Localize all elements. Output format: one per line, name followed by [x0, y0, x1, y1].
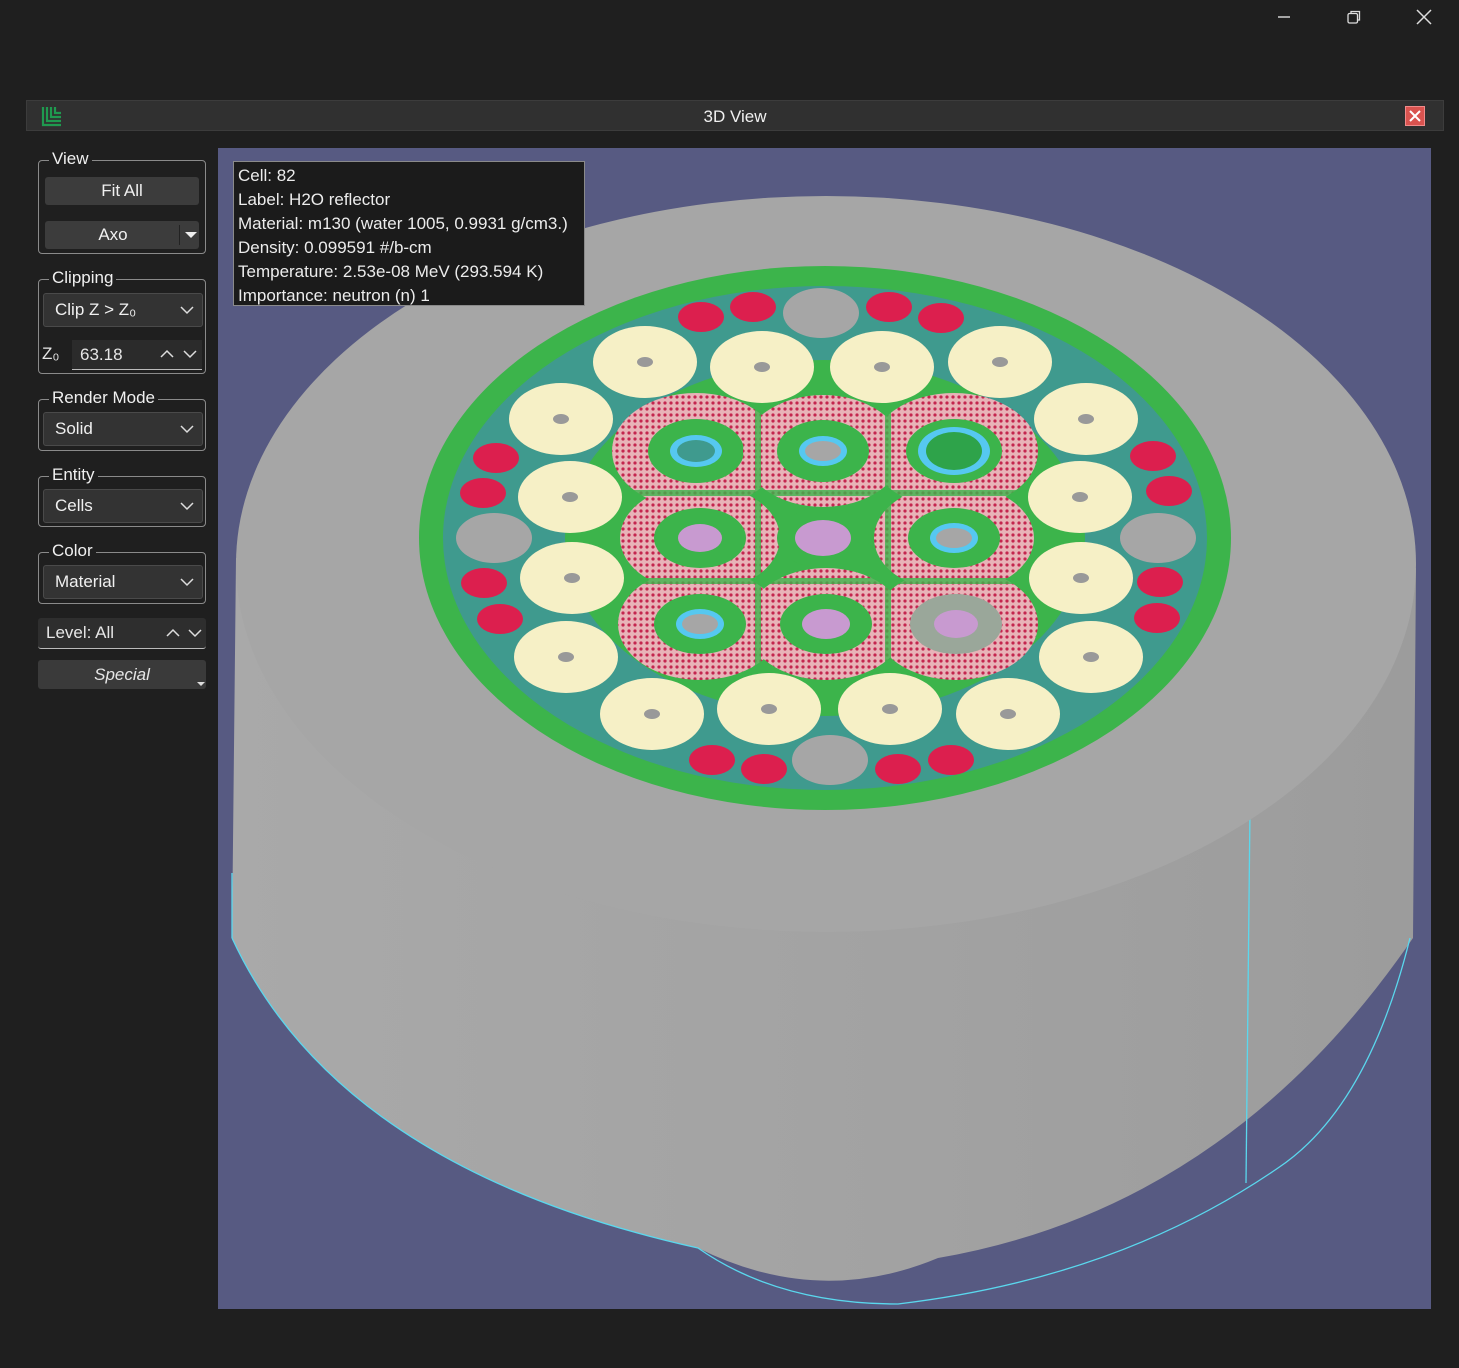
render-mode-value: Solid: [55, 419, 93, 438]
panel-title: 3D View: [703, 107, 767, 126]
color-select[interactable]: Material: [43, 565, 203, 599]
fuel-assembly-center[interactable]: [777, 508, 869, 568]
info-cell: Cell: 82: [238, 166, 296, 185]
close-icon: [1416, 9, 1432, 25]
projection-label: Axo: [98, 225, 128, 244]
restore-button[interactable]: [1319, 0, 1389, 34]
fit-all-button[interactable]: Fit All: [45, 177, 199, 205]
chevron-down-icon: [180, 502, 194, 511]
split-divider: [179, 225, 180, 245]
z0-value: 63.18: [80, 345, 123, 364]
special-label: Special: [94, 664, 150, 684]
minimize-button[interactable]: [1249, 0, 1319, 34]
render-mode-select[interactable]: Solid: [43, 412, 203, 446]
info-material: Material: m130 (water 1005, 0.9931 g/cm3…: [238, 214, 568, 233]
clipping-mode-select[interactable]: Clip Z > Z₀: [43, 293, 203, 327]
entity-label: Entity: [49, 465, 98, 485]
level-spinbox[interactable]: Level: All: [38, 618, 206, 649]
z0-spinbox[interactable]: 63.18: [72, 340, 202, 370]
3d-viewport[interactable]: Cell: 82 Label: H2O reflector Material: …: [218, 148, 1431, 1309]
entity-group: Entity Cells: [38, 465, 206, 527]
restore-icon: [1347, 10, 1361, 24]
clipping-group-label: Clipping: [49, 268, 117, 288]
minimize-icon: [1278, 16, 1290, 18]
chevron-down-icon: [180, 578, 194, 587]
clipping-group: Clipping Clip Z > Z₀ Z₀ 63.18: [38, 268, 206, 374]
color-value: Material: [55, 572, 116, 591]
fuel-assembly-se[interactable]: [874, 568, 1038, 680]
color-label: Color: [49, 541, 96, 561]
close-icon: [1409, 110, 1421, 122]
projection-split-button[interactable]: Axo: [45, 221, 199, 249]
info-label: Label: H2O reflector: [238, 190, 391, 209]
info-density: Density: 0.099591 #/b-cm: [238, 238, 432, 257]
info-importance: Importance: neutron (n) 1: [238, 286, 430, 305]
panel-titlebar[interactable]: 3D View: [26, 100, 1444, 131]
chevron-down-icon: [180, 425, 194, 434]
window-controls: [1249, 0, 1459, 36]
dropdown-arrow-icon[interactable]: [185, 230, 197, 240]
color-group: Color Material: [38, 541, 206, 604]
close-panel-button[interactable]: [1405, 106, 1425, 126]
chevron-down-icon: [180, 306, 194, 315]
close-window-button[interactable]: [1389, 0, 1459, 34]
special-button[interactable]: Special: [38, 660, 206, 689]
view-group: View Fit All Axo: [38, 149, 206, 254]
level-value: Level: All: [46, 623, 115, 642]
menu-indicator-icon: [197, 682, 205, 686]
chevron-up-icon[interactable]: [160, 348, 174, 360]
chevron-down-icon[interactable]: [183, 348, 197, 360]
cell-info-tooltip: Cell: 82 Label: H2O reflector Material: …: [233, 161, 585, 306]
z0-label: Z₀: [42, 344, 60, 363]
info-temperature: Temperature: 2.53e-08 MeV (293.594 K): [238, 262, 544, 281]
entity-select[interactable]: Cells: [43, 489, 203, 523]
render-mode-label: Render Mode: [49, 388, 159, 408]
chevron-up-icon[interactable]: [166, 627, 180, 639]
reactor-model-render[interactable]: [218, 148, 1431, 1309]
view-group-label: View: [49, 149, 92, 169]
entity-value: Cells: [55, 496, 93, 515]
chevron-down-icon[interactable]: [188, 627, 202, 639]
render-mode-group: Render Mode Solid: [38, 388, 206, 451]
clipping-mode-value: Clip Z > Z₀: [55, 300, 137, 319]
